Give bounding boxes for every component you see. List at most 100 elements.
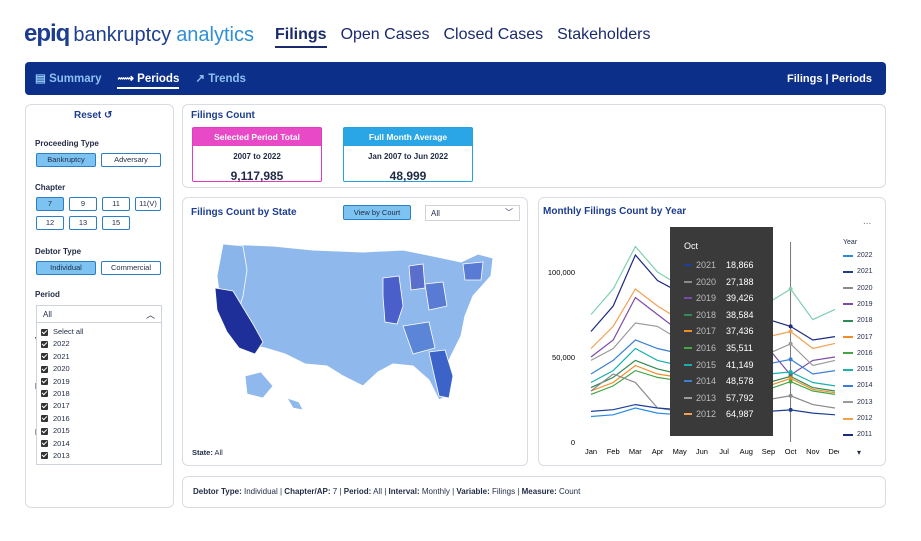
kpi1-sub: 2007 to 2022	[233, 152, 281, 161]
tab-trends[interactable]: ↗ Trends	[195, 71, 246, 89]
tooltip-swatch	[684, 363, 692, 366]
period-option[interactable]: 2015	[41, 425, 157, 437]
nav-filings[interactable]: Filings	[275, 26, 327, 48]
checkbox-icon	[41, 427, 48, 435]
kpi2-value: 48,999	[389, 169, 427, 183]
legend-swatch	[843, 352, 853, 355]
tooltip-row: 2019 39,426	[684, 293, 764, 303]
footer-value: All |	[371, 487, 389, 496]
tab-periods[interactable]: ⟿ Periods	[117, 71, 180, 89]
kpi1-value: 9,117,985	[230, 169, 284, 183]
period-option[interactable]: 2018	[41, 388, 157, 400]
tooltip-value: 64,987	[726, 409, 754, 420]
reset-button[interactable]: Reset ↺	[74, 110, 112, 121]
period-option[interactable]: 2020	[41, 363, 157, 375]
us-map[interactable]	[203, 236, 503, 416]
series-point-2012	[788, 329, 793, 334]
legend-label: 2021	[857, 268, 873, 276]
nav-stakeholders[interactable]: Stakeholders	[557, 26, 650, 48]
legend-label: 2016	[857, 349, 873, 357]
footer-key: Debtor Type:	[193, 487, 242, 496]
period-option[interactable]: Select all	[41, 326, 157, 338]
legend-item[interactable]: 2020	[843, 285, 873, 292]
chip-adversary[interactable]: Adversary	[101, 153, 161, 167]
period-dropdown[interactable]: All ︿ Select all 2022 2021 2020 2019 2018 2017…	[36, 305, 162, 465]
nav-closed-cases[interactable]: Closed Cases	[444, 26, 544, 48]
legend-item[interactable]: 2021	[843, 268, 873, 275]
legend-item[interactable]: 2013	[843, 399, 873, 406]
legend-scroll-down-icon[interactable]: ▾	[857, 448, 861, 457]
period-option-label: 2019	[53, 376, 70, 386]
chart-legend: 2022 2021 2020 2019 2018 2017 2016 2015 2014 2013…	[843, 252, 883, 452]
x-tick-label: May	[673, 447, 687, 456]
tooltip-value: 48,578	[726, 376, 754, 387]
legend-item[interactable]: 2016	[843, 350, 873, 357]
series-point-2015	[788, 370, 793, 375]
state-hi	[286, 397, 304, 411]
x-tick-label: Feb	[607, 447, 620, 456]
chip-chapter-9[interactable]: 9	[69, 197, 97, 211]
legend-item[interactable]: 2018	[843, 317, 873, 324]
nav-open-cases[interactable]: Open Cases	[341, 26, 430, 48]
footer-key: Variable:	[456, 487, 490, 496]
state-dropdown[interactable]: All ﹀	[425, 205, 520, 221]
state-value: All	[214, 448, 223, 457]
footer-value: Individual |	[241, 487, 285, 496]
chip-chapter-7[interactable]: 7	[36, 197, 64, 211]
x-tick-label: Jan	[585, 447, 597, 456]
series-point-2010	[788, 287, 793, 291]
chip-bankruptcy[interactable]: Bankruptcy	[36, 153, 96, 167]
tooltip-year: 2016	[696, 343, 717, 353]
brand-logo: epiq bankruptcy analytics	[24, 20, 254, 48]
chip-chapter-13[interactable]: 13	[69, 216, 97, 230]
chip-chapter-12[interactable]: 12	[36, 216, 64, 230]
kpi-month-average: Full Month Average Jan 2007 to Jun 2022 …	[343, 127, 473, 183]
tooltip-swatch	[684, 396, 692, 399]
brand-part2: bankruptcy	[73, 24, 172, 46]
period-label: Period	[35, 290, 60, 299]
period-option[interactable]: 2022	[41, 338, 157, 350]
state-ny	[462, 261, 484, 281]
period-option[interactable]: 2019	[41, 376, 157, 388]
legend-swatch	[843, 417, 853, 420]
period-option[interactable]: 2021	[41, 351, 157, 363]
chip-individual[interactable]: Individual	[36, 261, 96, 275]
reset-icon: ↺	[104, 110, 113, 121]
state-dropdown-value: All	[431, 209, 440, 218]
kpi-selected-period: Selected Period Total 2007 to 2022 9,117…	[192, 127, 322, 183]
chip-chapter-11v[interactable]: 11(V)	[135, 197, 161, 211]
tooltip-row: 2017 37,436	[684, 326, 764, 336]
legend-item[interactable]: 2015	[843, 366, 873, 373]
period-option[interactable]: 2017	[41, 400, 157, 412]
legend-item[interactable]: 2017	[843, 334, 873, 341]
brand-part3: analytics	[176, 24, 254, 46]
legend-item[interactable]: 2019	[843, 301, 873, 308]
checkbox-icon	[41, 340, 48, 348]
period-option-label: 2020	[53, 364, 70, 374]
chip-chapter-15[interactable]: 15	[102, 216, 130, 230]
chip-chapter-11[interactable]: 11	[102, 197, 130, 211]
view-by-court-button[interactable]: View by Court	[343, 205, 411, 220]
tooltip-row: 2016 35,511	[684, 343, 764, 353]
legend-item[interactable]: 2011	[843, 431, 872, 438]
checkbox-icon	[41, 415, 48, 423]
legend-item[interactable]: 2012	[843, 415, 873, 422]
legend-item[interactable]: 2022	[843, 252, 873, 259]
period-option-label: 2018	[53, 388, 70, 398]
period-option[interactable]: 2013	[41, 450, 157, 462]
kpi2-head: Full Month Average	[344, 128, 472, 146]
map-panel: Filings Count by State View by Court All…	[182, 197, 528, 466]
tooltip-year: 2019	[696, 293, 717, 304]
more-options-icon[interactable]: ...	[863, 216, 871, 227]
period-option[interactable]: 2016	[41, 413, 157, 425]
tooltip-year: 2018	[696, 309, 717, 320]
legend-item[interactable]: 2014	[843, 382, 873, 389]
tab-summary[interactable]: ▤ Summary	[35, 71, 101, 89]
period-option[interactable]: 2014	[41, 438, 157, 450]
tooltip-swatch	[684, 330, 692, 333]
tooltip-value: 38,584	[726, 309, 754, 320]
checkbox-icon	[41, 402, 48, 410]
chevron-down-icon: ﹀	[505, 208, 513, 217]
chip-commercial[interactable]: Commercial	[101, 261, 161, 275]
period-option-label: 2013	[53, 450, 70, 460]
